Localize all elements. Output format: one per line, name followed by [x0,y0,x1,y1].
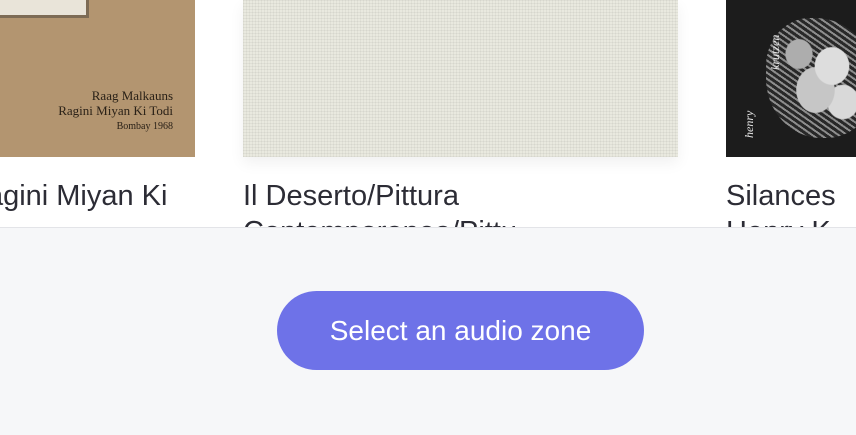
select-audio-zone-button[interactable]: Select an audio zone [277,291,644,370]
cover-text: Bombay 1968 [116,121,173,132]
album-title[interactable]: Silances [726,178,836,214]
album-artist: Henry K [726,214,831,228]
album-carousel[interactable]: Raag Malkauns Ragini Miyan Ki Todi Bomba… [0,0,856,228]
cover-text: Raag Malkauns [91,88,173,103]
cover-text: krutzen [768,34,782,70]
cover-text: Ragini Miyan Ki Todi [58,103,173,118]
cover-text: henry [742,110,756,138]
album-cover[interactable]: krutzen henry [726,0,856,157]
cover-photo-inset [0,0,89,18]
zone-selector-panel: Select an audio zone [0,227,856,435]
album-title[interactable]: Il Deserto/Pittura [243,178,459,214]
album-cover[interactable]: Raag Malkauns Ragini Miyan Ki Todi Bomba… [0,0,195,157]
album-cover[interactable] [243,0,678,157]
album-title[interactable]: Ragini Miyan Ki [0,178,167,214]
album-title-continued: Contemporanea/Pittu [243,214,517,228]
